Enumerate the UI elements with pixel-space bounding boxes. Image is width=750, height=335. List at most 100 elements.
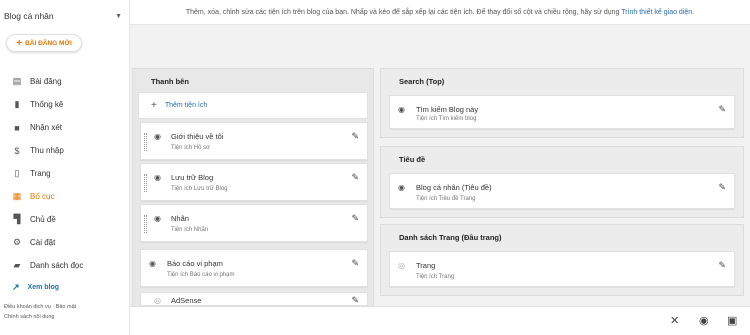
eye-icon[interactable]: ◉	[154, 214, 161, 223]
eye-icon[interactable]: ◉	[398, 105, 405, 114]
save-icon[interactable]: ▣	[727, 314, 737, 327]
add-widget-button[interactable]: + Thêm tiện ích	[138, 92, 368, 119]
sidebar-item-label: Trang	[30, 169, 51, 178]
sidebar-item-label: Cài đặt	[30, 238, 56, 247]
eye-icon[interactable]: ◉	[154, 132, 161, 141]
edit-pencil-icon[interactable]: ✎	[718, 260, 726, 271]
widget-search-blog[interactable]: ◉ Tìm kiếm Blog này Tiện ích Tìm kiếm bl…	[389, 95, 735, 129]
eye-icon[interactable]: ◉	[154, 173, 161, 182]
edit-pencil-icon[interactable]: ✎	[351, 258, 359, 269]
view-blog-link[interactable]: ↗ Xem blog	[12, 282, 59, 293]
edit-pencil-icon[interactable]: ✎	[351, 172, 359, 183]
bottom-toolbar: ✕ ◉ ▣	[130, 306, 750, 335]
sidebar-item-label: Nhận xét	[30, 123, 63, 132]
sidebar-item-layout[interactable]: ▦ Bố cục	[0, 185, 130, 208]
sidebar-item-label: Bố cục	[30, 192, 55, 201]
sidebar-item-label: Bài đăng	[30, 77, 62, 86]
widget-subtitle: Tiện ích Tìm kiếm blog	[416, 116, 477, 122]
sidebar-item-label: Danh sách đọc	[30, 261, 84, 270]
widget-report-abuse[interactable]: ◉ Báo cáo vi phạm Tiện ích Báo cáo vi ph…	[140, 249, 368, 287]
sidebar-nav: ▤ Bài đăng ▮ Thống kê ■ Nhận xét $ Thu n…	[0, 70, 130, 277]
blog-name: Blog cá nhân	[4, 11, 54, 21]
earnings-icon: $	[14, 145, 20, 156]
plus-icon: +	[16, 37, 23, 49]
section-header: Tiêu đề ◉ Blog cá nhân (Tiêu đề) Tiện íc…	[380, 146, 744, 218]
sidebar-item-comments[interactable]: ■ Nhận xét	[0, 116, 130, 139]
widget-title: AdSense	[171, 296, 202, 305]
external-link-icon: ↗	[12, 282, 20, 292]
widget-profile[interactable]: ◉ Giới thiệu về tôi Tiện ích Hồ sơ ✎	[140, 122, 368, 160]
content-policy-link[interactable]: Chính sách nội dung	[4, 312, 76, 322]
sidebar-item-theme[interactable]: ▜ Chủ đề	[0, 208, 130, 231]
info-text: Thêm, xóa, chỉnh sửa các tiện ích trên b…	[185, 9, 620, 16]
widget-blog-header[interactable]: ◉ Blog cá nhân (Tiêu đề) Tiện ích Tiêu đ…	[389, 173, 735, 209]
terms-link[interactable]: Điều khoản dịch vụ	[4, 304, 51, 310]
sidebar-item-label: Thu nhập	[30, 146, 64, 155]
close-icon[interactable]: ✕	[670, 314, 679, 327]
sidebar-item-settings[interactable]: ⚙ Cài đặt	[0, 231, 130, 254]
edit-pencil-icon[interactable]: ✎	[351, 213, 359, 224]
widget-adsense[interactable]: ◎ AdSense ✎	[140, 292, 368, 306]
sidebar-item-stats[interactable]: ▮ Thống kê	[0, 93, 130, 116]
theme-designer-link[interactable]: Trình thiết kế giao diện.	[621, 9, 694, 16]
posts-icon: ▤	[12, 76, 22, 86]
pages-icon: ▯	[14, 168, 20, 178]
widget-title: Trang	[416, 261, 436, 270]
stats-icon: ▮	[14, 99, 20, 109]
edit-pencil-icon[interactable]: ✎	[351, 295, 359, 305]
plus-icon: +	[151, 100, 157, 111]
info-bar: Thêm, xóa, chỉnh sửa các tiện ích trên b…	[130, 0, 750, 25]
widget-subtitle: Tiện ích Lưu trữ Blog	[171, 186, 228, 192]
add-widget-label: Thêm tiện ích	[164, 102, 208, 109]
widget-title: Lưu trữ Blog	[171, 173, 214, 182]
blog-selector[interactable]: Blog cá nhân ▼	[4, 11, 122, 21]
section-title: Search (Top)	[399, 77, 445, 86]
eye-icon[interactable]: ◉	[398, 183, 405, 192]
drag-handle[interactable]	[144, 174, 147, 192]
reading-list-icon: ▰	[13, 260, 21, 270]
footer-links: Điều khoản dịch vụ · Bảo mật Chính sách …	[4, 302, 76, 322]
new-post-button[interactable]: + BÀI ĐĂNG MỚI	[6, 34, 82, 52]
eye-off-icon[interactable]: ◎	[154, 296, 161, 305]
new-post-label: BÀI ĐĂNG MỚI	[25, 39, 72, 47]
sidebar-item-pages[interactable]: ▯ Trang	[0, 162, 130, 185]
edit-pencil-icon[interactable]: ✎	[718, 104, 726, 115]
widget-subtitle: Tiện ích Trang	[416, 274, 455, 280]
sidebar-item-reading-list[interactable]: ▰ Danh sách đọc	[0, 254, 130, 277]
footer-separator: ·	[52, 304, 55, 310]
view-blog-label: Xem blog	[27, 284, 60, 291]
edit-pencil-icon[interactable]: ✎	[718, 182, 726, 193]
sidebar-item-earnings[interactable]: $ Thu nhập	[0, 139, 130, 162]
chevron-down-icon: ▼	[115, 12, 122, 20]
edit-pencil-icon[interactable]: ✎	[351, 131, 359, 142]
drag-handle[interactable]	[144, 215, 147, 233]
widget-title: Giới thiệu về tôi	[171, 132, 224, 141]
drag-handle[interactable]	[144, 133, 147, 151]
widget-subtitle: Tiện ích Hồ sơ	[171, 145, 211, 151]
layout-icon: ▦	[12, 191, 22, 201]
widget-title: Báo cáo vi phạm	[167, 259, 223, 268]
theme-icon: ▜	[13, 214, 21, 224]
sidebar: Blog cá nhân ▼ + BÀI ĐĂNG MỚI ▤ Bài đăng…	[0, 0, 130, 335]
comments-icon: ■	[14, 122, 20, 133]
widget-subtitle: Tiện ích Tiêu đề Trang	[416, 196, 476, 202]
privacy-link[interactable]: Bảo mật	[56, 304, 76, 310]
widget-pages[interactable]: ◎ Trang Tiện ích Trang ✎	[389, 251, 735, 287]
section-page-list: Danh sách Trang (Đầu trang) ◎ Trang Tiện…	[380, 224, 744, 296]
section-title: Danh sách Trang (Đầu trang)	[399, 233, 502, 242]
sidebar-item-posts[interactable]: ▤ Bài đăng	[0, 70, 130, 93]
settings-icon: ⚙	[12, 237, 22, 247]
section-title: Thanh bên	[151, 77, 189, 86]
widget-title: Tìm kiếm Blog này	[416, 105, 479, 114]
widget-title: Nhãn	[171, 214, 189, 223]
eye-icon[interactable]: ◉	[149, 259, 156, 268]
sidebar-item-label: Chủ đề	[30, 215, 56, 224]
preview-eye-icon[interactable]: ◉	[699, 314, 709, 327]
section-search-top: Search (Top) ◉ Tìm kiếm Blog này Tiện íc…	[380, 68, 744, 138]
widget-title: Blog cá nhân (Tiêu đề)	[416, 183, 492, 192]
widget-subtitle: Tiện ích Báo cáo vi phạm	[167, 272, 235, 278]
widget-blog-archive[interactable]: ◉ Lưu trữ Blog Tiện ích Lưu trữ Blog ✎	[140, 163, 368, 201]
eye-off-icon[interactable]: ◎	[398, 261, 405, 270]
widget-labels[interactable]: ◉ Nhãn Tiện ích Nhãn ✎	[140, 204, 368, 242]
section-title: Tiêu đề	[399, 155, 426, 164]
